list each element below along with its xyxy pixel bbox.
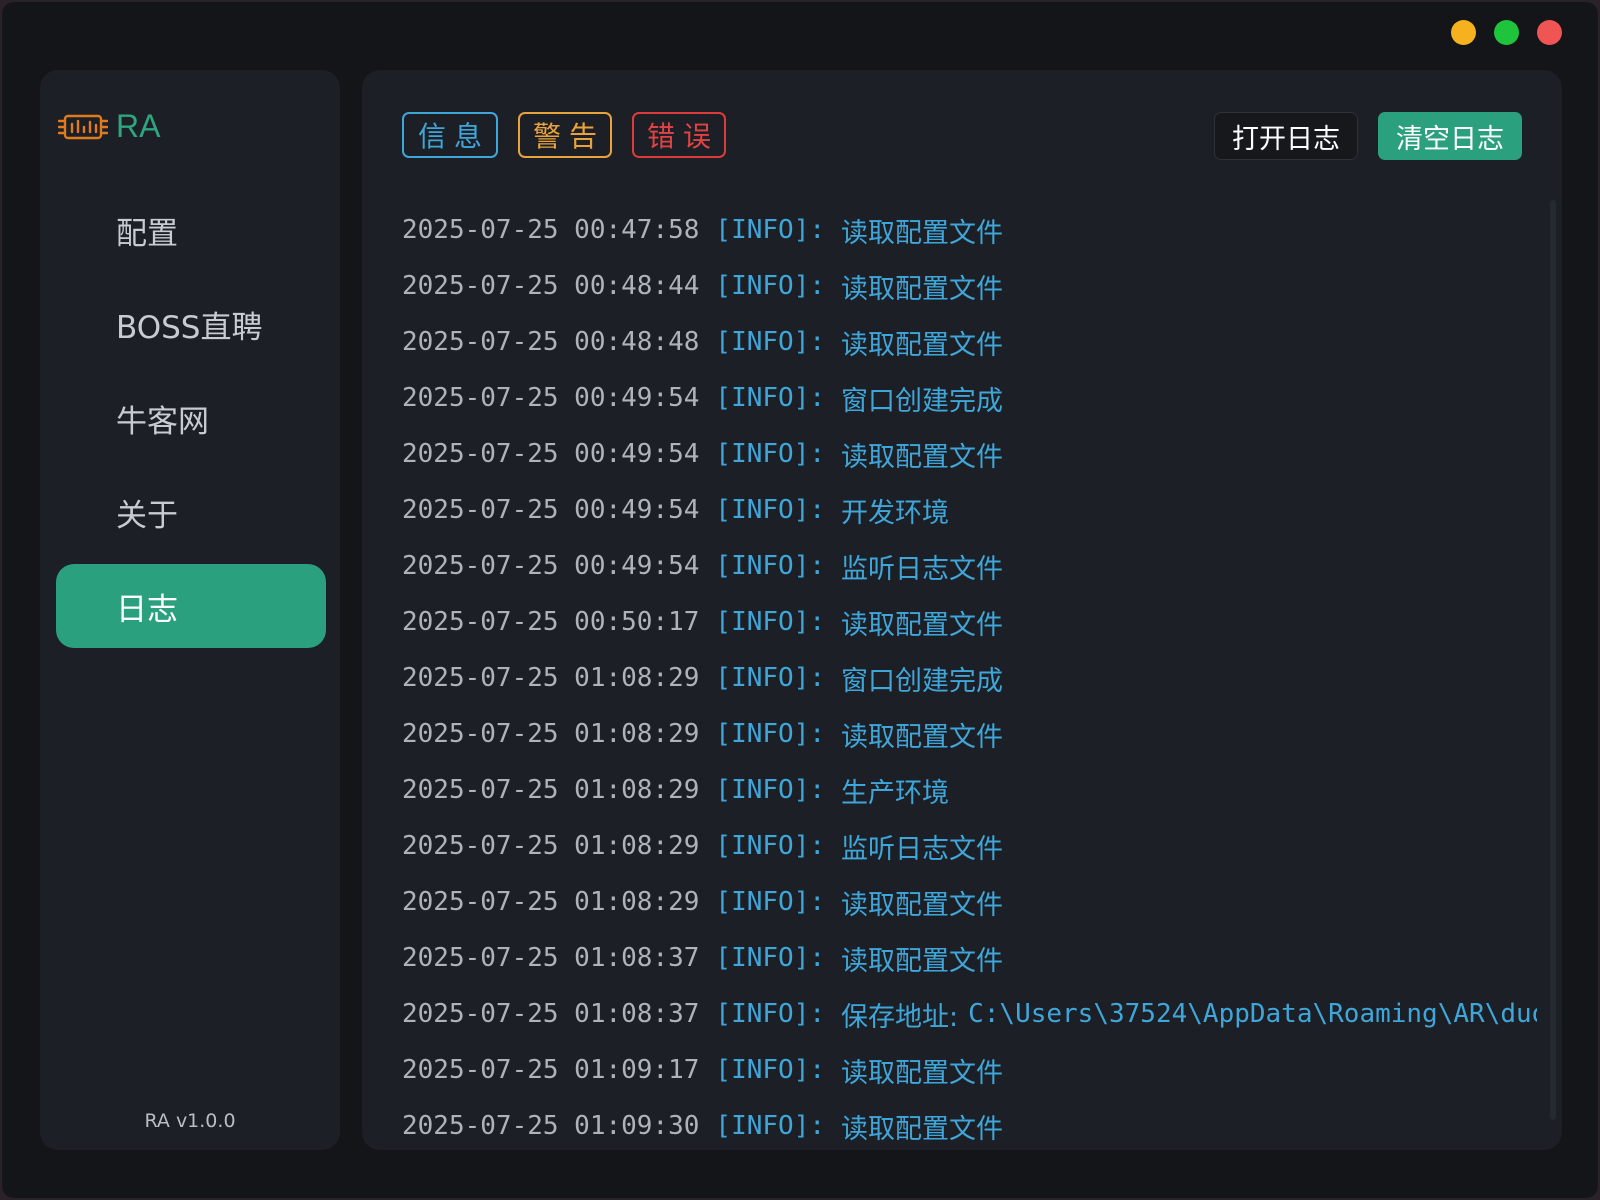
sidebar-item-about[interactable]: 关于 [56,470,326,554]
sidebar-item-label: 关于 [116,497,178,534]
log-level: [INFO]: [715,887,825,917]
sidebar-item-label: 配置 [116,215,178,252]
sidebar-item-label: 日志 [116,591,178,628]
sidebar-item-logs[interactable]: 日志 [56,564,326,648]
log-level: [INFO]: [715,271,825,301]
log-message: 读取配置文件 [841,889,1003,921]
log-level: [INFO]: [715,1111,825,1141]
version-label: RA v1.0.0 [144,1110,236,1132]
log-message: 保存地址: [841,1001,959,1033]
app-name: RA [116,108,161,144]
log-message: 监听日志文件 [841,553,1003,585]
window-controls [1451,20,1562,45]
log-level: [INFO]: [715,719,825,749]
log-message: 读取配置文件 [841,721,1003,753]
log-entry: 2025-07-25 00:49:54 [INFO]: 读取配置文件 [402,426,1537,482]
log-message: 监听日志文件 [841,833,1003,865]
log-message: 读取配置文件 [841,441,1003,473]
log-message: 窗口创建完成 [841,385,1003,417]
filter-info-button[interactable]: 信息 [402,112,498,158]
log-path: C:\Users\37524\AppData\Roaming\AR\duoy [968,999,1537,1029]
circuit-logo-icon [58,114,108,139]
log-timestamp: 2025-07-25 01:09:30 [402,1111,700,1141]
app-logo: RA [58,108,160,145]
log-level: [INFO]: [715,383,825,413]
log-entry: 2025-07-25 00:49:54 [INFO]: 窗口创建完成 [402,370,1537,426]
log-level: [INFO]: [715,607,825,637]
log-timestamp: 2025-07-25 01:08:29 [402,775,700,805]
log-entry: 2025-07-25 01:08:29 [INFO]: 读取配置文件 [402,706,1537,762]
log-scrollbar[interactable] [1550,200,1556,1120]
log-entry: 2025-07-25 01:09:30 [INFO]: 读取配置文件 [402,1098,1537,1150]
log-timestamp: 2025-07-25 00:49:54 [402,551,700,581]
log-timestamp: 2025-07-25 01:08:29 [402,719,700,749]
log-level: [INFO]: [715,1055,825,1085]
log-entry: 2025-07-25 01:09:17 [INFO]: 读取配置文件 [402,1042,1537,1098]
log-entry: 2025-07-25 01:08:29 [INFO]: 窗口创建完成 [402,650,1537,706]
log-message: 读取配置文件 [841,945,1003,977]
log-entry: 2025-07-25 00:49:54 [INFO]: 开发环境 [402,482,1537,538]
log-level: [INFO]: [715,663,825,693]
maximize-button[interactable] [1494,20,1519,45]
log-message: 窗口创建完成 [841,665,1003,697]
clear-log-button[interactable]: 清空日志 [1378,112,1522,160]
log-timestamp: 2025-07-25 01:08:29 [402,887,700,917]
log-message: 读取配置文件 [841,217,1003,249]
log-entry: 2025-07-25 01:08:37 [INFO]: 读取配置文件 [402,930,1537,986]
log-list[interactable]: 2025-07-25 00:47:58 [INFO]: 读取配置文件 2025-… [402,202,1537,1150]
filter-warning-button[interactable]: 警告 [518,112,612,158]
log-message: 读取配置文件 [841,1057,1003,1089]
log-level: [INFO]: [715,495,825,525]
log-entry: 2025-07-25 01:08:29 [INFO]: 读取配置文件 [402,874,1537,930]
log-level: [INFO]: [715,775,825,805]
log-timestamp: 2025-07-25 00:49:54 [402,495,700,525]
log-timestamp: 2025-07-25 01:08:37 [402,999,700,1029]
log-timestamp: 2025-07-25 01:08:29 [402,831,700,861]
log-entry: 2025-07-25 00:47:58 [INFO]: 读取配置文件 [402,202,1537,258]
log-timestamp: 2025-07-25 01:08:29 [402,663,700,693]
sidebar-item-nowcoder[interactable]: 牛客网 [56,376,326,460]
sidebar-item-config[interactable]: 配置 [56,188,326,272]
log-level: [INFO]: [715,551,825,581]
filter-error-button[interactable]: 错误 [632,112,726,158]
log-level: [INFO]: [715,943,825,973]
log-message: 读取配置文件 [841,329,1003,361]
log-level: [INFO]: [715,439,825,469]
sidebar: RA 配置 BOSS直聘 牛客网 关于 日志 RA v1.0.0 [40,70,340,1150]
minimize-button[interactable] [1451,20,1476,45]
log-level: [INFO]: [715,999,825,1029]
open-log-button[interactable]: 打开日志 [1214,112,1358,160]
log-timestamp: 2025-07-25 00:50:17 [402,607,700,637]
sidebar-item-label: BOSS直聘 [116,309,263,346]
log-timestamp: 2025-07-25 00:49:54 [402,439,700,469]
log-timestamp: 2025-07-25 00:49:54 [402,383,700,413]
log-timestamp: 2025-07-25 01:08:37 [402,943,700,973]
log-entry: 2025-07-25 00:48:48 [INFO]: 读取配置文件 [402,314,1537,370]
log-timestamp: 2025-07-25 00:48:48 [402,327,700,357]
sidebar-item-boss[interactable]: BOSS直聘 [56,282,326,366]
close-button[interactable] [1537,20,1562,45]
log-entry: 2025-07-25 00:50:17 [INFO]: 读取配置文件 [402,594,1537,650]
log-level: [INFO]: [715,215,825,245]
log-entry: 2025-07-25 01:08:37 [INFO]: 保存地址: C:\Use… [402,986,1537,1042]
app-window: RA 配置 BOSS直聘 牛客网 关于 日志 RA v1.0.0 信息 警告 错… [2,2,1598,1198]
log-level: [INFO]: [715,831,825,861]
log-entry: 2025-07-25 01:08:29 [INFO]: 生产环境 [402,762,1537,818]
log-message: 生产环境 [841,777,949,809]
sidebar-item-label: 牛客网 [116,403,209,440]
log-message: 读取配置文件 [841,1113,1003,1145]
log-entry: 2025-07-25 00:48:44 [INFO]: 读取配置文件 [402,258,1537,314]
log-message: 读取配置文件 [841,609,1003,641]
log-timestamp: 2025-07-25 00:47:58 [402,215,700,245]
log-message: 读取配置文件 [841,273,1003,305]
log-entry: 2025-07-25 00:49:54 [INFO]: 监听日志文件 [402,538,1537,594]
log-entry: 2025-07-25 01:08:29 [INFO]: 监听日志文件 [402,818,1537,874]
log-message: 开发环境 [841,497,949,529]
log-panel: 信息 警告 错误 打开日志 清空日志 2025-07-25 00:47:58 [… [362,70,1562,1150]
scrollbar-thumb[interactable] [1550,200,1556,1120]
log-level: [INFO]: [715,327,825,357]
log-timestamp: 2025-07-25 01:09:17 [402,1055,700,1085]
log-timestamp: 2025-07-25 00:48:44 [402,271,700,301]
